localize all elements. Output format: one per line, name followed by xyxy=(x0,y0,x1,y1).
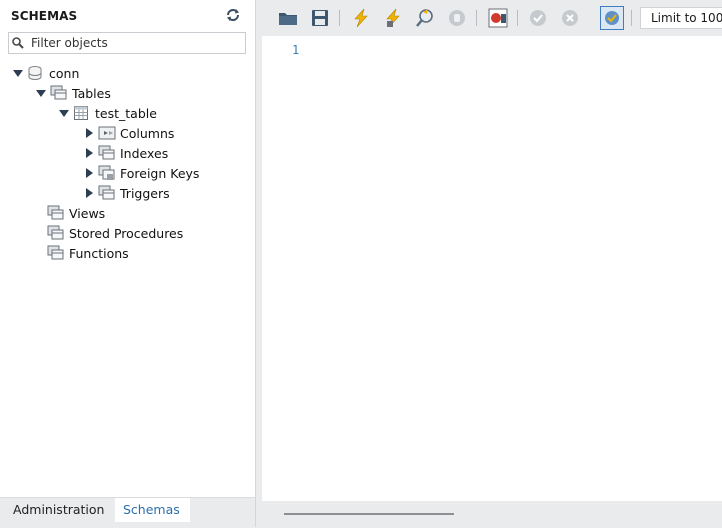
tree-label: Tables xyxy=(72,85,111,101)
tree-label: test_table xyxy=(95,105,157,121)
filter-box xyxy=(8,32,246,54)
tree-label: Functions xyxy=(69,245,129,261)
collapsed-arrow-icon[interactable] xyxy=(83,147,95,159)
refresh-icon[interactable] xyxy=(225,8,241,22)
collapsed-arrow-icon[interactable] xyxy=(83,167,95,179)
rollback-icon[interactable] xyxy=(560,8,580,28)
execute-icon[interactable] xyxy=(351,8,371,28)
scrollbar-thumb[interactable] xyxy=(284,513,454,515)
tree-item-functions[interactable]: Functions xyxy=(47,244,129,262)
navigator-header: SCHEMAS xyxy=(0,0,255,30)
table-group-icon xyxy=(50,85,68,101)
limit-rows-select[interactable]: Limit to 1000 rows xyxy=(640,7,722,29)
toggle-error-icon[interactable] xyxy=(488,8,508,28)
tree-item-indexes[interactable]: Indexes xyxy=(83,144,168,162)
sql-editor[interactable]: 1 xyxy=(262,36,722,501)
autocommit-icon[interactable] xyxy=(600,6,624,30)
open-folder-icon[interactable] xyxy=(278,8,298,28)
tree-label: Triggers xyxy=(120,185,170,201)
procedures-folder-icon xyxy=(47,225,65,241)
expanded-arrow-icon[interactable] xyxy=(35,87,47,99)
collapsed-arrow-icon[interactable] xyxy=(83,187,95,199)
tree-label: Stored Procedures xyxy=(69,225,184,241)
tree-item-triggers[interactable]: Triggers xyxy=(83,184,170,202)
functions-folder-icon xyxy=(47,245,65,261)
tab-schemas[interactable]: Schemas xyxy=(115,498,190,522)
horizontal-scrollbar[interactable] xyxy=(262,501,722,527)
table-icon xyxy=(73,105,91,121)
expanded-arrow-icon[interactable] xyxy=(12,67,24,79)
stop-icon[interactable] xyxy=(447,8,467,28)
tree-item-stored-procedures[interactable]: Stored Procedures xyxy=(47,224,183,242)
columns-folder-icon xyxy=(98,125,116,141)
search-icon xyxy=(11,36,25,50)
explain-icon[interactable] xyxy=(415,8,435,28)
expanded-arrow-icon[interactable] xyxy=(58,107,70,119)
sql-editor-toolbar: Limit to 1000 rows xyxy=(262,0,722,36)
tree-label: Foreign Keys xyxy=(120,165,200,181)
views-folder-icon xyxy=(47,205,65,221)
save-icon[interactable] xyxy=(310,8,330,28)
toolbar-separator xyxy=(476,10,477,26)
tab-administration[interactable]: Administration xyxy=(5,498,112,522)
tree-label: conn xyxy=(49,65,80,81)
tree-item-columns[interactable]: Columns xyxy=(83,124,174,142)
tree-label: Indexes xyxy=(120,145,169,161)
tree-item-schema-conn[interactable]: conn xyxy=(12,64,79,82)
line-number: 1 xyxy=(292,43,300,57)
collapsed-arrow-icon[interactable] xyxy=(83,127,95,139)
tree-item-test-table[interactable]: test_table xyxy=(58,104,157,122)
toolbar-separator xyxy=(631,10,632,26)
indexes-folder-icon xyxy=(98,145,116,161)
toolbar-separator xyxy=(517,10,518,26)
tree-item-foreign-keys[interactable]: Foreign Keys xyxy=(83,164,199,182)
schema-navigator: SCHEMAS Filter objects conn Tables test_… xyxy=(0,0,256,528)
foreign-keys-folder-icon xyxy=(98,165,116,181)
tree-label: Views xyxy=(69,205,106,221)
toolbar-separator xyxy=(339,10,340,26)
navigator-tabs: Administration Schemas xyxy=(0,497,255,528)
tree-label: Columns xyxy=(120,125,175,141)
tree-item-views[interactable]: Views xyxy=(47,204,105,222)
triggers-folder-icon xyxy=(98,185,116,201)
commit-icon[interactable] xyxy=(528,8,548,28)
tree-item-tables[interactable]: Tables xyxy=(35,84,111,102)
filter-input[interactable] xyxy=(31,35,241,51)
execute-current-icon[interactable] xyxy=(383,8,403,28)
navigator-title: SCHEMAS xyxy=(11,9,78,23)
database-icon xyxy=(27,65,45,81)
